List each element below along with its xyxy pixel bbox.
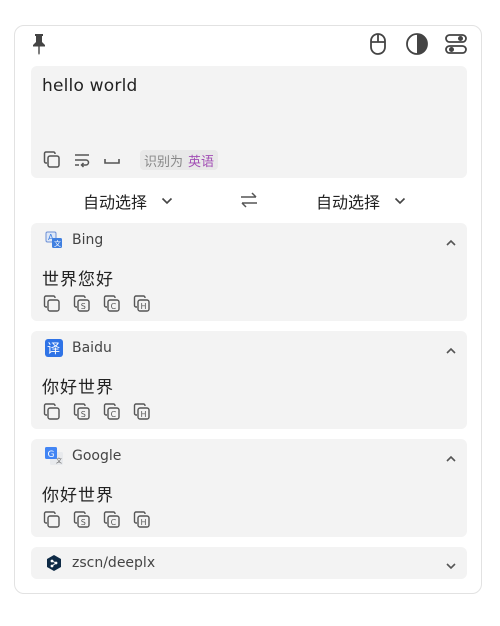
service-header[interactable]: zscn/deeplx	[31, 547, 467, 579]
svg-text:译: 译	[47, 342, 60, 357]
chevron-up-icon[interactable]	[445, 234, 457, 246]
service-name: zscn/deeplx	[72, 555, 156, 571]
target-language-select[interactable]: 自动选择	[316, 189, 406, 213]
service-card-deeplx: zscn/deeplx	[31, 547, 467, 579]
chevron-up-icon[interactable]	[445, 450, 457, 462]
detected-language-badge: 识别为 英语	[140, 150, 219, 170]
wrap-text-icon[interactable]	[72, 150, 92, 170]
svg-text:文: 文	[54, 239, 61, 248]
swap-languages-icon[interactable]	[238, 189, 260, 211]
title-bar	[15, 26, 481, 62]
source-text[interactable]: hello world	[42, 76, 138, 96]
copy-snake-case-icon[interactable]: S	[72, 402, 92, 422]
copy-hyphen-case-icon[interactable]: H	[132, 294, 152, 314]
copy-camel-case-icon[interactable]: C	[102, 402, 122, 422]
svg-text:S: S	[81, 410, 86, 419]
copy-icon[interactable]	[42, 510, 62, 530]
svg-text:文: 文	[56, 457, 62, 465]
svg-text:G: G	[48, 450, 55, 460]
copy-hyphen-case-icon[interactable]: H	[132, 402, 152, 422]
source-language-label: 自动选择	[83, 193, 148, 212]
copy-icon[interactable]	[42, 150, 62, 170]
service-name: Google	[72, 448, 122, 464]
svg-text:C: C	[111, 410, 117, 419]
baidu-translate-icon: 译	[45, 339, 63, 357]
source-language-select[interactable]: 自动选择	[83, 189, 173, 213]
google-translate-icon: G 文	[45, 447, 63, 465]
mouse-icon[interactable]	[365, 31, 391, 57]
chevron-up-icon[interactable]	[445, 342, 457, 354]
svg-text:S: S	[81, 302, 86, 311]
copy-hyphen-case-icon[interactable]: H	[132, 510, 152, 530]
service-header[interactable]: 译 Baidu	[31, 331, 467, 367]
service-card-bing: A 文 Bing 世界您好 S C H	[31, 223, 467, 321]
language-bar: 自动选择 自动选择	[31, 184, 467, 218]
copy-snake-case-icon[interactable]: S	[72, 510, 92, 530]
chevron-down-icon	[394, 197, 406, 205]
copy-icon[interactable]	[42, 294, 62, 314]
service-name: Bing	[72, 232, 104, 248]
space-icon[interactable]	[102, 150, 122, 170]
deeplx-icon	[45, 554, 63, 572]
bing-translate-icon: A 文	[45, 231, 63, 249]
translation-result[interactable]: 世界您好	[42, 265, 114, 290]
service-header[interactable]: A 文 Bing	[31, 223, 467, 259]
contrast-icon[interactable]	[404, 31, 430, 57]
copy-snake-case-icon[interactable]: S	[72, 294, 92, 314]
translation-result[interactable]: 你好世界	[42, 481, 114, 506]
chevron-down-icon	[161, 197, 173, 205]
copy-icon[interactable]	[42, 402, 62, 422]
result-tools: S C H	[42, 402, 152, 422]
source-tools: 识别为 英语	[42, 150, 219, 170]
svg-text:C: C	[111, 302, 117, 311]
service-name: Baidu	[72, 340, 112, 356]
svg-text:H: H	[141, 518, 147, 527]
chevron-down-icon[interactable]	[445, 557, 457, 570]
svg-text:H: H	[141, 302, 147, 311]
target-language-label: 自动选择	[316, 193, 381, 212]
detect-prefix: 识别为	[144, 154, 184, 170]
service-card-google: G 文 Google 你好世界 S C H	[31, 439, 467, 537]
copy-camel-case-icon[interactable]: C	[102, 510, 122, 530]
result-tools: S C H	[42, 510, 152, 530]
source-text-area[interactable]: hello world 识别为 英语	[31, 66, 467, 178]
copy-camel-case-icon[interactable]: C	[102, 294, 122, 314]
translator-window: hello world 识别为 英语 自动选择 自动选择 A 文 Bing 世界…	[14, 25, 482, 594]
result-tools: S C H	[42, 294, 152, 314]
toggles-icon[interactable]	[443, 31, 469, 57]
translation-result[interactable]: 你好世界	[42, 373, 114, 398]
service-card-baidu: 译 Baidu 你好世界 S C H	[31, 331, 467, 429]
svg-text:S: S	[81, 518, 86, 527]
svg-text:H: H	[141, 410, 147, 419]
detect-language: 英语	[188, 154, 215, 170]
service-header[interactable]: G 文 Google	[31, 439, 467, 475]
pin-icon[interactable]	[32, 33, 46, 55]
svg-text:C: C	[111, 518, 117, 527]
